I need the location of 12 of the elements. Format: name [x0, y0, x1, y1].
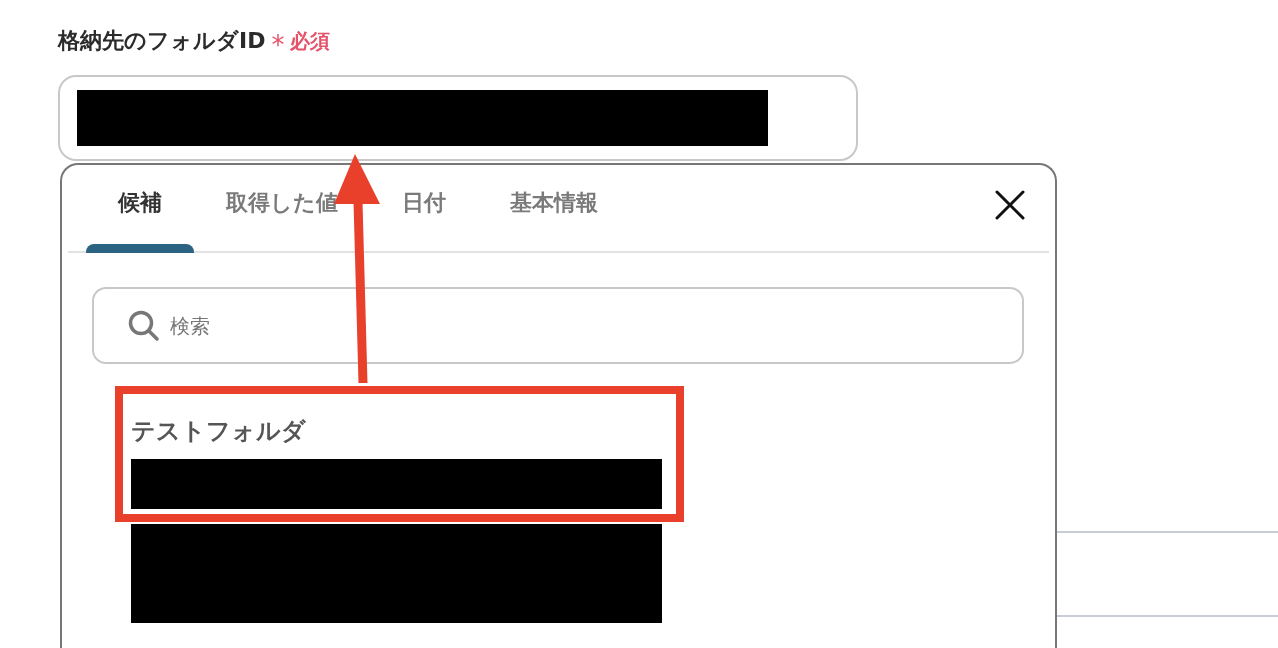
- folder-option[interactable]: テストフォルダ: [131, 416, 662, 509]
- search-icon: [128, 310, 160, 342]
- required-asterisk: *: [271, 30, 285, 60]
- field-label: 格納先のフォルダID: [58, 27, 266, 55]
- folder-id-field[interactable]: [58, 75, 858, 161]
- search-field[interactable]: 検索: [92, 287, 1024, 364]
- tab[interactable]: 基本情報: [478, 165, 630, 251]
- tab[interactable]: 取得した値: [194, 165, 370, 251]
- tab[interactable]: 候補: [86, 165, 194, 251]
- required-label: 必須: [290, 28, 331, 55]
- close-icon[interactable]: [993, 188, 1027, 222]
- tab[interactable]: 日付: [370, 165, 478, 251]
